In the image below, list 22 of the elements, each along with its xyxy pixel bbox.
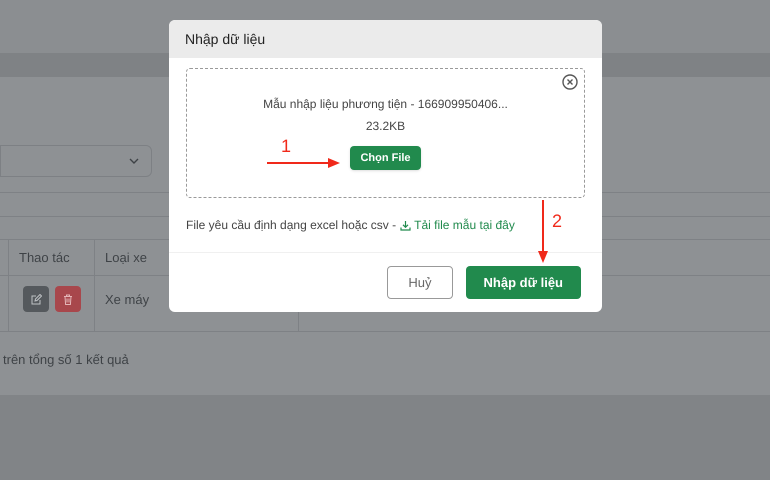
file-name: Mẫu nhập liệu phương tiện - 166909950406...: [263, 96, 508, 113]
step-number: 2: [552, 212, 562, 230]
column-header: Thao tác: [19, 248, 70, 267]
close-icon[interactable]: [562, 74, 578, 90]
format-hint: File yêu cầu định dạng excel hoặc csv -: [186, 217, 396, 234]
chevron-down-icon[interactable]: [129, 158, 139, 164]
modal-title: Nhập dữ liệu: [185, 30, 266, 49]
file-size: 23.2KB: [366, 118, 406, 135]
cancel-button[interactable]: Huỷ: [387, 266, 453, 299]
table-cell: Xe máy: [105, 292, 150, 307]
choose-file-button[interactable]: Chọn File: [350, 146, 421, 170]
edit-icon: [30, 294, 42, 304]
download-icon: [400, 220, 412, 230]
import-button[interactable]: Nhập dữ liệu: [466, 266, 581, 299]
trash-icon: [63, 294, 73, 304]
delete-button[interactable]: [55, 286, 81, 312]
download-template-link[interactable]: Tải file mẫu tại đây: [400, 216, 515, 234]
arrow: [538, 200, 548, 263]
step-number: 1: [281, 137, 292, 155]
result-count: trên tổng số 1 kết quả: [2, 351, 130, 369]
edit-button[interactable]: [23, 286, 49, 312]
column-header: Loại xe: [105, 248, 147, 267]
